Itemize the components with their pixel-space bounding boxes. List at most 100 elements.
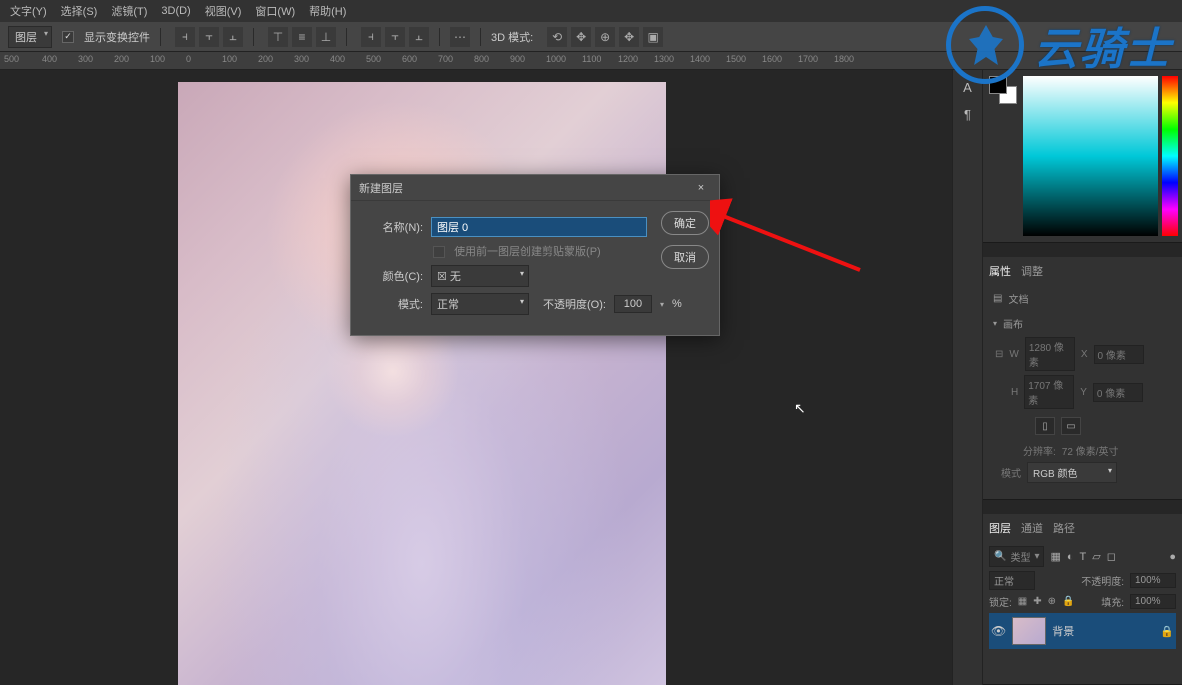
- layer-opacity[interactable]: 100%: [1130, 573, 1176, 588]
- landscape-icon[interactable]: ▭: [1061, 417, 1081, 435]
- align-left-icon[interactable]: ⫞: [175, 27, 195, 47]
- paragraph-icon[interactable]: ¶: [964, 107, 971, 122]
- layer-dropdown[interactable]: 图层: [8, 26, 52, 48]
- menu-item[interactable]: 窗口(W): [255, 3, 295, 19]
- lock-all-icon[interactable]: 🔒: [1062, 596, 1074, 607]
- ruler-tick: 1700: [798, 54, 818, 64]
- ruler-tick: 500: [4, 54, 19, 64]
- align-top-icon[interactable]: ⊤: [268, 27, 288, 47]
- y-field[interactable]: 0 像素: [1093, 383, 1143, 402]
- separator: [346, 28, 347, 46]
- pan-icon[interactable]: ✥: [571, 27, 591, 47]
- close-icon[interactable]: ×: [691, 182, 711, 194]
- link-icon[interactable]: ⊟: [995, 349, 1003, 360]
- align-center-h-icon[interactable]: ⫟: [199, 27, 219, 47]
- options-bar: 图层 显示变换控件 ⫞ ⫟ ⫠ ⊤ ≡ ⊥ ⫞ ⫟ ⫠ ⋯ 3D 模式: ⟲ ✥…: [0, 22, 1182, 52]
- opacity-unit: %: [672, 298, 682, 310]
- camera-icon[interactable]: ▣: [643, 27, 663, 47]
- lock-artboard-icon[interactable]: ⊕: [1048, 596, 1056, 607]
- ruler-tick: 200: [114, 54, 129, 64]
- color-field[interactable]: [1023, 76, 1158, 236]
- distribute-space-icon[interactable]: ⫠: [409, 27, 429, 47]
- filter-shape-icon[interactable]: ▱: [1092, 550, 1100, 563]
- more-options-icon[interactable]: ⋯: [450, 27, 470, 47]
- visibility-icon[interactable]: 👁: [991, 624, 1006, 638]
- align-bottom-icon[interactable]: ⊥: [316, 27, 336, 47]
- x-field[interactable]: 0 像素: [1094, 345, 1144, 364]
- align-middle-icon[interactable]: ≡: [292, 27, 312, 47]
- menu-item[interactable]: 3D(D): [161, 5, 190, 17]
- y-label: Y: [1080, 387, 1087, 398]
- layer-thumbnail[interactable]: [1012, 617, 1046, 645]
- filter-smart-icon[interactable]: ◻: [1107, 550, 1116, 563]
- filter-adjust-icon[interactable]: ◐: [1067, 551, 1074, 563]
- tab-channels[interactable]: 通道: [1021, 520, 1043, 536]
- filter-pixel-icon[interactable]: ▦: [1050, 550, 1060, 563]
- ruler-tick: 1800: [834, 54, 854, 64]
- menu-item[interactable]: 选择(S): [61, 3, 98, 19]
- opacity-input[interactable]: 100: [614, 295, 652, 313]
- layer-filter[interactable]: 🔍 类型 ▾: [989, 546, 1044, 567]
- color-label: 颜色(C):: [363, 268, 423, 284]
- portrait-icon[interactable]: ▯: [1035, 417, 1055, 435]
- horizontal-ruler: 500 400 300 200 100 0 100 200 300 400 50…: [0, 52, 1182, 70]
- right-panels: 属性 调整 ▤文档 ▾画布 ⊟ W 1280 像素 X 0 像素 H 1707 …: [982, 70, 1182, 685]
- chevron-down-icon[interactable]: ▾: [993, 319, 997, 328]
- dolly-icon[interactable]: ⊕: [595, 27, 615, 47]
- filter-type-icon[interactable]: T: [1080, 551, 1087, 563]
- layer-row-background[interactable]: 👁 背景 🔒: [989, 613, 1176, 649]
- distribute-h-icon[interactable]: ⫞: [361, 27, 381, 47]
- mode-select[interactable]: 正常: [431, 293, 529, 315]
- ruler-tick: 400: [42, 54, 57, 64]
- fg-bg-swatch[interactable]: [989, 76, 1017, 104]
- menu-item[interactable]: 帮助(H): [309, 3, 346, 19]
- distribute-icons: ⫞ ⫟ ⫠: [361, 27, 429, 47]
- layer-fill[interactable]: 100%: [1130, 594, 1176, 609]
- tab-adjust[interactable]: 调整: [1021, 263, 1043, 279]
- mode-label: 模式:: [363, 296, 423, 312]
- lock-icon[interactable]: 🔒: [1160, 625, 1174, 638]
- canvas-area[interactable]: ↖: [0, 70, 962, 685]
- show-transform-checkbox[interactable]: [62, 31, 74, 43]
- layer-name-input[interactable]: [431, 217, 647, 237]
- ok-button[interactable]: 确定: [661, 211, 709, 235]
- ruler-tick: 100: [222, 54, 237, 64]
- menu-item[interactable]: 滤镜(T): [111, 3, 147, 19]
- hue-strip[interactable]: [1162, 76, 1178, 236]
- show-transform-label: 显示变换控件: [84, 29, 150, 45]
- ruler-tick: 300: [294, 54, 309, 64]
- chevron-down-icon[interactable]: ▾: [660, 300, 664, 309]
- menu-item[interactable]: 文字(Y): [10, 3, 47, 19]
- filter-toggle-icon[interactable]: ●: [1169, 551, 1176, 563]
- mode3d-icons: ⟲ ✥ ⊕ ✥ ▣: [547, 27, 663, 47]
- colormode-select[interactable]: RGB 颜色: [1027, 462, 1117, 483]
- menu-item[interactable]: 视图(V): [205, 3, 242, 19]
- lock-pixels-icon[interactable]: ▦: [1018, 596, 1027, 607]
- type-tool-icon[interactable]: A: [963, 80, 972, 95]
- orbit-icon[interactable]: ⟲: [547, 27, 567, 47]
- fg-color-swatch[interactable]: [989, 76, 1007, 94]
- width-field[interactable]: 1280 像素: [1025, 337, 1075, 371]
- tab-paths[interactable]: 路径: [1053, 520, 1075, 536]
- ruler-tick: 0: [186, 54, 191, 64]
- blend-mode-select[interactable]: 正常: [989, 571, 1035, 590]
- lock-position-icon[interactable]: ✚: [1033, 596, 1041, 607]
- align-right-icon[interactable]: ⫠: [223, 27, 243, 47]
- color-select[interactable]: ☒ 无: [431, 265, 529, 287]
- opacity-label: 不透明度:: [1081, 573, 1124, 588]
- tab-layers[interactable]: 图层: [989, 520, 1011, 536]
- distribute-v-icon[interactable]: ⫟: [385, 27, 405, 47]
- separator: [439, 28, 440, 46]
- ruler-tick: 400: [330, 54, 345, 64]
- layer-name[interactable]: 背景: [1052, 623, 1074, 639]
- slide-icon[interactable]: ✥: [619, 27, 639, 47]
- document-icon: ▤: [993, 293, 1002, 304]
- height-field[interactable]: 1707 像素: [1024, 375, 1074, 409]
- separator: [160, 28, 161, 46]
- cursor-icon: ↖: [794, 400, 806, 417]
- cancel-button[interactable]: 取消: [661, 245, 709, 269]
- ruler-tick: 800: [474, 54, 489, 64]
- document-image[interactable]: [178, 82, 666, 685]
- tab-properties[interactable]: 属性: [989, 263, 1011, 279]
- color-panel: [983, 70, 1182, 243]
